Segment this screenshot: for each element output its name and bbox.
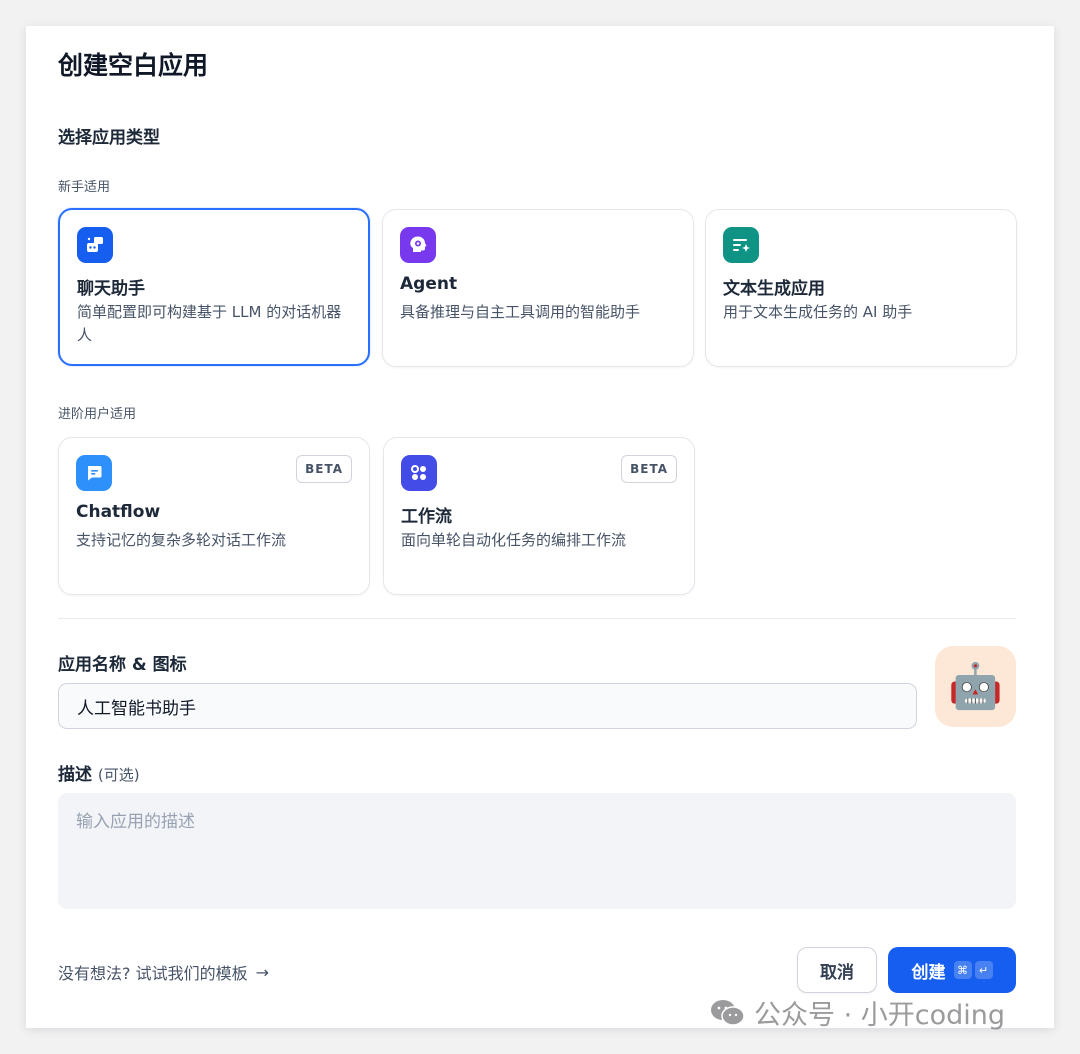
card-title: 聊天助手 <box>77 279 145 299</box>
create-app-dialog: 创建空白应用 选择应用类型 新手适用 聊天助手 简单配置即可构建基于 LLM 的… <box>26 26 1054 1028</box>
app-name-input[interactable] <box>58 683 917 729</box>
optional-hint: (可选) <box>97 766 140 784</box>
watermark-text: 公众号 · 小开coding <box>754 1000 1006 1031</box>
create-button[interactable]: 创建 ⌘ ↵ <box>888 947 1016 993</box>
card-title: 文本生成应用 <box>723 279 825 299</box>
wechat-icon <box>711 999 745 1026</box>
card-description: 支持记忆的复杂多轮对话工作流 <box>76 531 287 549</box>
advanced-group-label: 进阶用户适用 <box>58 407 137 422</box>
dialog-title: 创建空白应用 <box>58 51 209 80</box>
app-type-card-workflow[interactable]: BETA 工作流 面向单轮自动化任务的编排工作流 <box>383 437 695 595</box>
card-title: Chatflow <box>76 502 161 522</box>
card-description: 简单配置即可构建基于 LLM 的对话机器人 <box>77 303 342 344</box>
command-key-icon: ⌘ <box>953 961 972 979</box>
app-type-card-text-generation[interactable]: 文本生成应用 用于文本生成任务的 AI 助手 <box>705 209 1017 367</box>
chatbot-icon <box>77 227 113 263</box>
app-icon-picker[interactable]: 🤖 <box>935 646 1016 727</box>
app-type-section-title: 选择应用类型 <box>58 128 160 148</box>
description-label: 描述 (可选) <box>58 760 140 785</box>
create-button-label: 创建 <box>911 962 946 983</box>
app-name-label: 应用名称 & 图标 <box>58 655 187 675</box>
workflow-icon <box>401 455 437 491</box>
card-description: 面向单轮自动化任务的编排工作流 <box>401 531 627 549</box>
card-description: 用于文本生成任务的 AI 助手 <box>723 303 913 321</box>
card-title: 工作流 <box>401 507 452 527</box>
app-type-card-chatflow[interactable]: BETA Chatflow 支持记忆的复杂多轮对话工作流 <box>58 437 370 595</box>
beta-badge: BETA <box>621 455 677 483</box>
keyboard-shortcut: ⌘ ↵ <box>953 961 993 979</box>
template-link-text: 没有想法? 试试我们的模板 <box>58 964 248 983</box>
agent-brain-icon <box>400 227 436 263</box>
section-divider <box>58 618 1016 619</box>
beta-badge: BETA <box>296 455 352 483</box>
description-textarea[interactable] <box>58 793 1016 909</box>
robot-emoji-icon: 🤖 <box>948 660 1003 712</box>
card-title: Agent <box>400 274 458 294</box>
template-link[interactable]: 没有想法? 试试我们的模板 → <box>58 960 269 984</box>
cancel-button[interactable]: 取消 <box>797 947 877 993</box>
beginner-group-label: 新手适用 <box>58 180 111 195</box>
app-type-card-chatbot[interactable]: 聊天助手 简单配置即可构建基于 LLM 的对话机器人 <box>58 208 370 366</box>
arrow-right-icon: → <box>255 962 269 982</box>
description-label-text: 描述 <box>58 765 92 785</box>
text-generation-icon <box>723 227 759 263</box>
enter-key-icon: ↵ <box>974 961 993 979</box>
chatflow-icon <box>76 455 112 491</box>
card-description: 具备推理与自主工具调用的智能助手 <box>400 303 641 321</box>
watermark: 公众号 · 小开coding <box>710 993 1005 1032</box>
app-type-card-agent[interactable]: Agent 具备推理与自主工具调用的智能助手 <box>382 209 694 367</box>
